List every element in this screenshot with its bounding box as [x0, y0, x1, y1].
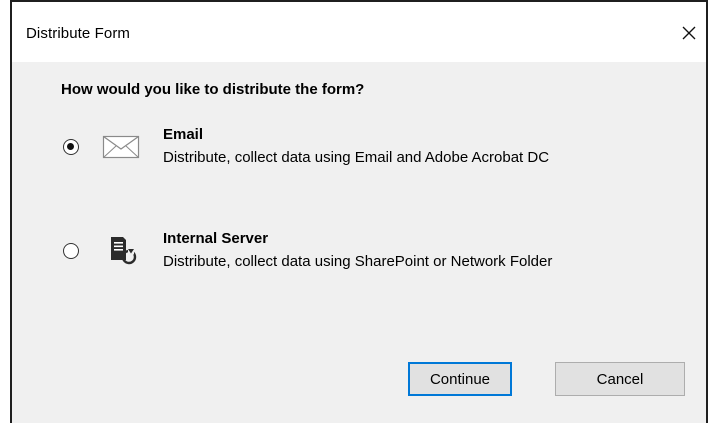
dialog-title: Distribute Form [26, 25, 131, 42]
distribute-form-dialog: Distribute Form How would you like to di… [10, 0, 708, 423]
email-radio[interactable] [63, 139, 79, 155]
close-button[interactable] [672, 16, 706, 50]
radio-selected-dot [67, 143, 74, 150]
continue-button[interactable]: Continue [408, 362, 512, 396]
option-email-label: Email [163, 126, 204, 143]
option-internal-server[interactable]: Internal Server Distribute, collect data… [12, 226, 706, 296]
dialog-heading: How would you like to distribute the for… [61, 81, 365, 98]
title-bar: Distribute Form [12, 2, 706, 62]
option-internal-server-description: Distribute, collect data using SharePoin… [163, 253, 553, 270]
internal-server-radio[interactable] [63, 243, 79, 259]
server-icon [111, 237, 137, 265]
cancel-button[interactable]: Cancel [555, 362, 685, 396]
option-internal-server-label: Internal Server [163, 230, 269, 247]
option-email-description: Distribute, collect data using Email and… [163, 149, 550, 166]
close-icon [682, 26, 696, 40]
option-email[interactable]: Email Distribute, collect data using Ema… [12, 122, 706, 192]
envelope-icon [102, 135, 140, 159]
